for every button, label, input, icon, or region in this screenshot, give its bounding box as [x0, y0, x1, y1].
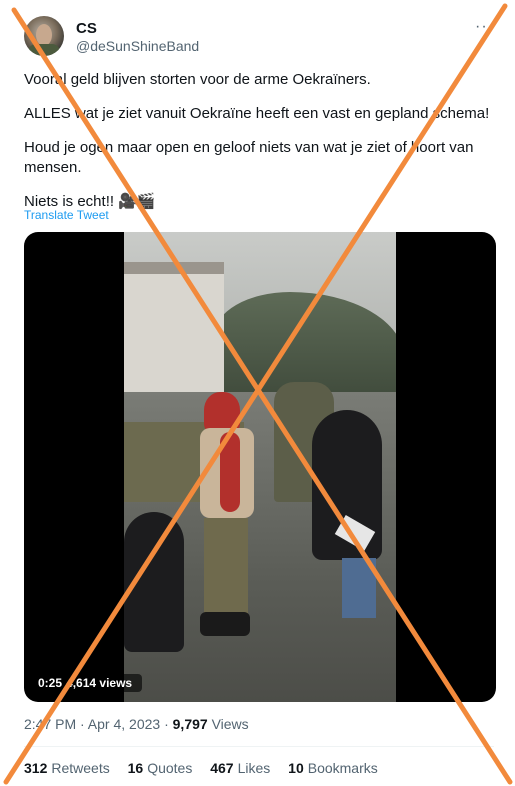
boots: [200, 612, 250, 636]
likes-count: 467: [210, 760, 234, 776]
avatar[interactable]: [24, 16, 64, 56]
tweet-paragraph: Houd je ogen maar open en geloof niets v…: [24, 139, 474, 176]
legs: [204, 518, 248, 618]
divider: [24, 746, 494, 747]
tweet-time[interactable]: 2:47 PM · Apr 4, 2023 ·: [24, 716, 173, 732]
user-handle[interactable]: @deSunShineBand: [76, 38, 199, 54]
bookmarks-count: 10: [288, 760, 304, 776]
likes-label: Likes: [237, 760, 271, 776]
quotes-count: 16: [127, 760, 144, 776]
tweet-paragraph: ALLES wat je ziet vanuit Oekraïne heeft …: [24, 105, 490, 122]
bookmarks-stat[interactable]: 10 Bookmarks: [288, 760, 378, 776]
retweets-label: Retweets: [51, 760, 110, 776]
tweet-timestamp: 2:47 PM · Apr 4, 2023 · 9,797 Views: [24, 716, 249, 732]
avatar-face: [36, 24, 52, 46]
quotes-stat[interactable]: 16 Quotes: [128, 760, 193, 776]
video-frame: [124, 232, 396, 702]
quotes-label: Quotes: [147, 760, 193, 776]
building-roof: [124, 262, 224, 274]
video-player[interactable]: 0:25 4,614 views: [24, 232, 496, 702]
retweets-stat[interactable]: 312 Retweets: [24, 760, 110, 776]
views-label: Views: [207, 716, 249, 732]
video-overlay: 0:25 4,614 views: [32, 674, 143, 692]
video-views: 4,614 views: [66, 676, 133, 690]
red-hood: [204, 392, 240, 432]
video-person-crouching: [124, 512, 184, 652]
avatar-shirt: [28, 44, 60, 56]
views-count: 9,797: [172, 716, 208, 732]
tweet-paragraph: Vooral geld blijven storten voor de arme…: [24, 71, 371, 88]
video-building: [124, 262, 224, 412]
display-name[interactable]: CS: [76, 20, 97, 37]
video-elapsed: 0:25: [38, 676, 63, 690]
jeans: [342, 558, 376, 618]
bookmarks-label: Bookmarks: [307, 760, 378, 776]
arm: [220, 432, 240, 512]
tweet-text: Vooral geld blijven storten voor de arme…: [24, 70, 490, 226]
more-options-icon[interactable]: ···: [475, 18, 494, 36]
likes-stat[interactable]: 467 Likes: [210, 760, 270, 776]
tweet-header: CS @deSunShineBand ···: [24, 14, 494, 60]
video-person-black-hood: [312, 410, 392, 620]
engagement-stats: 312 Retweets 16 Quotes 467 Likes 10 Bookmark…: [24, 760, 392, 776]
retweets-count: 312: [24, 760, 48, 776]
translate-tweet-link[interactable]: Translate Tweet: [24, 208, 109, 222]
video-person-red-hood: [194, 392, 256, 642]
